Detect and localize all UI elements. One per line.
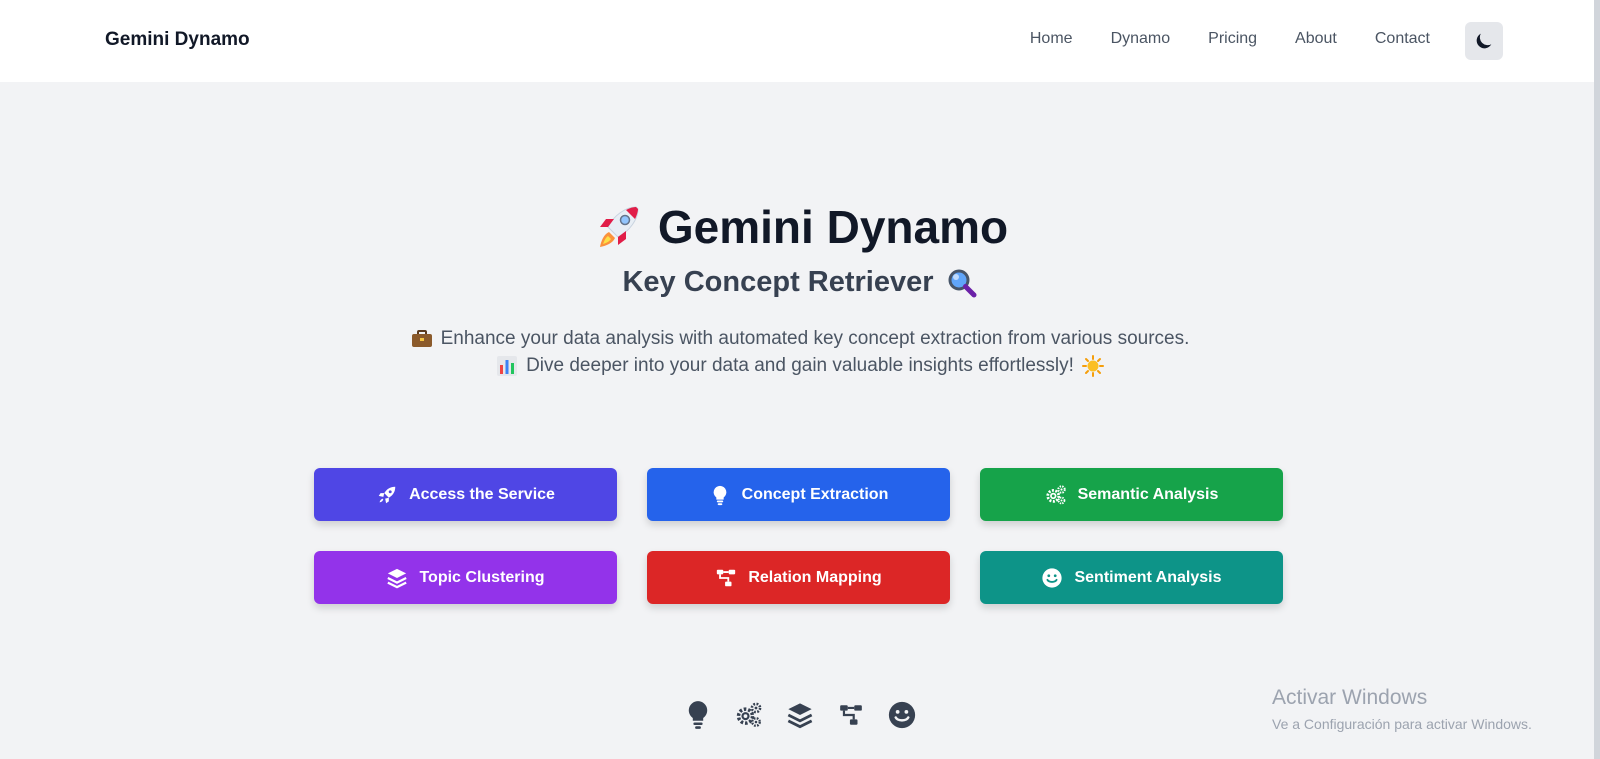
smile-icon xyxy=(887,700,917,730)
relation-mapping-label: Relation Mapping xyxy=(748,568,882,586)
semantic-analysis-label: Semantic Analysis xyxy=(1077,485,1219,503)
layers-icon xyxy=(387,568,408,588)
sentiment-analysis-button[interactable]: Sentiment Analysis xyxy=(980,551,1283,604)
sun-emoji-icon xyxy=(1081,354,1104,377)
description-text-1: Enhance your data analysis with automate… xyxy=(440,328,1190,349)
gears-icon xyxy=(1045,484,1066,504)
hero-description: Enhance your data analysis with automate… xyxy=(0,325,1600,379)
concept-extraction-label: Concept Extraction xyxy=(741,485,889,503)
hero-title: Gemini Dynamo xyxy=(657,201,1009,253)
bar-chart-emoji-icon xyxy=(497,355,518,376)
feature-button-grid: Access the Service Concept Extraction Se… xyxy=(314,468,1283,604)
lightbulb-icon xyxy=(683,700,713,730)
semantic-analysis-button[interactable]: Semantic Analysis xyxy=(980,468,1283,521)
theme-toggle-button[interactable] xyxy=(1465,22,1503,60)
access-service-label: Access the Service xyxy=(409,485,555,503)
topic-clustering-button[interactable]: Topic Clustering xyxy=(314,551,617,604)
nav-link-dynamo[interactable]: Dynamo xyxy=(1111,30,1171,48)
watermark-subtitle: Ve a Configuración para activar Windows. xyxy=(1272,716,1532,732)
description-text-2: Dive deeper into your data and gain valu… xyxy=(526,355,1074,376)
hero-subtitle-row: Key Concept Retriever xyxy=(0,266,1600,299)
lightbulb-icon xyxy=(713,485,727,505)
nav-links: Home Dynamo Pricing About Contact xyxy=(1030,30,1430,48)
hero-title-row: Gemini Dynamo xyxy=(0,200,1600,254)
windows-activation-watermark: Activar Windows Ve a Configuración para … xyxy=(1272,686,1532,732)
gears-icon xyxy=(734,700,764,730)
magnifier-emoji-icon xyxy=(948,269,977,297)
description-line-2: Dive deeper into your data and gain valu… xyxy=(0,352,1600,379)
watermark-title: Activar Windows xyxy=(1272,686,1428,709)
rocket-icon xyxy=(378,486,396,503)
brand-logo-text[interactable]: Gemini Dynamo xyxy=(105,29,250,51)
page-scrollbar[interactable] xyxy=(1594,0,1600,759)
briefcase-emoji-icon xyxy=(411,329,432,347)
rocket-emoji-icon xyxy=(599,206,639,247)
sentiment-analysis-label: Sentiment Analysis xyxy=(1074,568,1222,586)
sitemap-icon xyxy=(836,700,866,730)
nav-link-contact[interactable]: Contact xyxy=(1375,30,1430,48)
nav-link-home[interactable]: Home xyxy=(1030,30,1073,48)
nav-link-pricing[interactable]: Pricing xyxy=(1208,30,1257,48)
smile-icon xyxy=(1042,567,1063,588)
hero-subtitle: Key Concept Retriever xyxy=(622,266,934,298)
nav-link-about[interactable]: About xyxy=(1295,30,1337,48)
relation-mapping-button[interactable]: Relation Mapping xyxy=(647,551,950,604)
topic-clustering-label: Topic Clustering xyxy=(419,568,545,586)
description-line-1: Enhance your data analysis with automate… xyxy=(0,325,1600,352)
layers-icon xyxy=(785,700,815,730)
top-navbar: Gemini Dynamo Home Dynamo Pricing About … xyxy=(0,0,1600,82)
concept-extraction-button[interactable]: Concept Extraction xyxy=(647,468,950,521)
moon-icon xyxy=(1476,33,1492,49)
sitemap-icon xyxy=(717,569,736,586)
access-service-button[interactable]: Access the Service xyxy=(314,468,617,521)
